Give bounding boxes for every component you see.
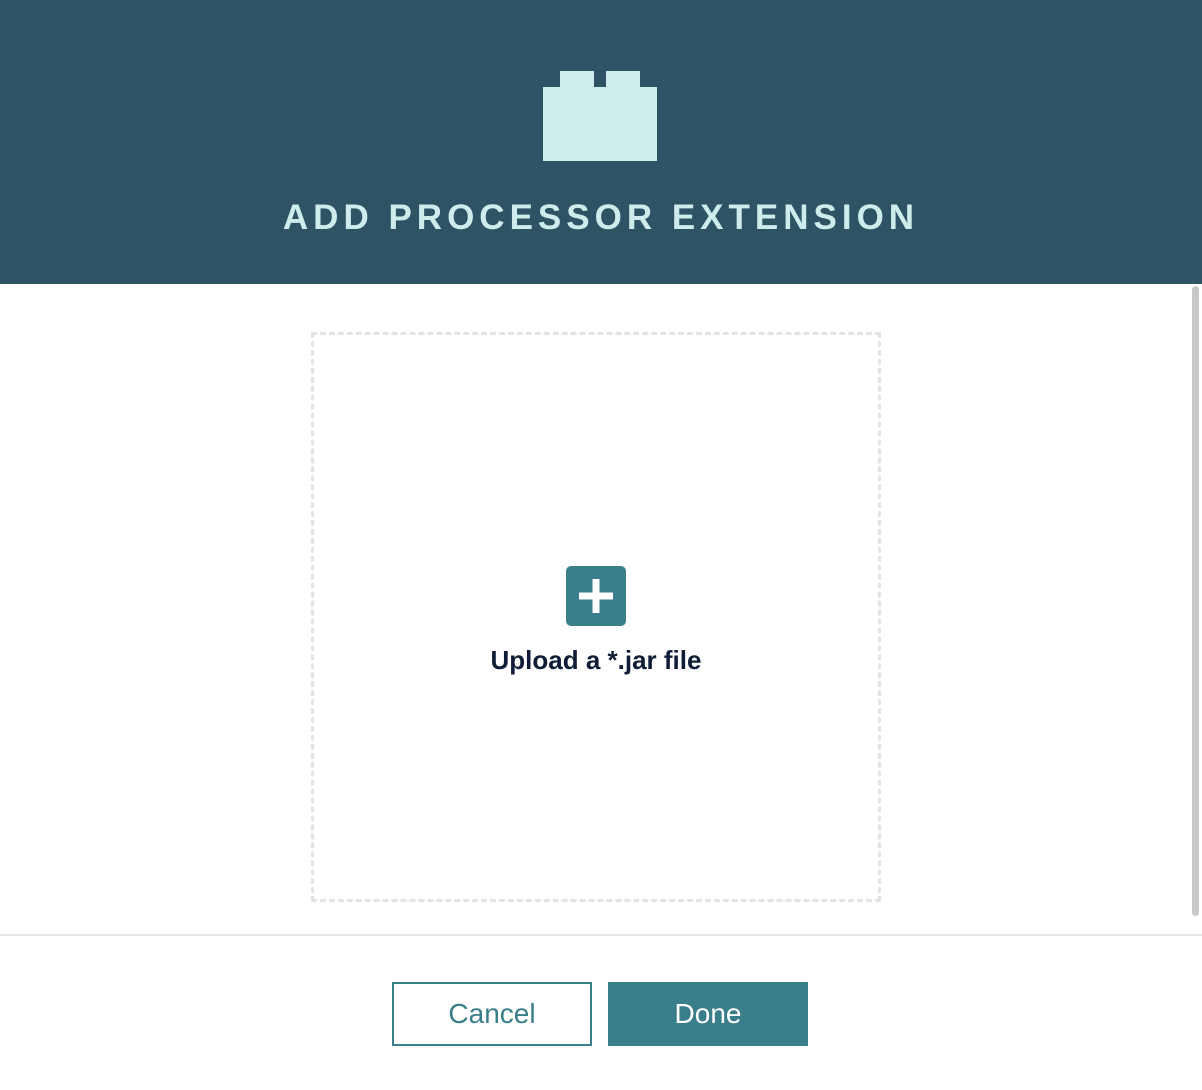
- footer-divider: [0, 934, 1202, 936]
- add-processor-extension-dialog: ADD PROCESSOR EXTENSION Upload a *.jar f…: [0, 0, 1202, 1090]
- brick-icon: [543, 71, 657, 161]
- dialog-title: ADD PROCESSOR EXTENSION: [282, 198, 920, 237]
- cancel-button[interactable]: Cancel: [392, 982, 592, 1046]
- done-button[interactable]: Done: [608, 982, 808, 1046]
- plus-icon[interactable]: [566, 566, 626, 626]
- scrollbar-thumb[interactable]: [1192, 286, 1199, 916]
- dialog-header: ADD PROCESSOR EXTENSION: [0, 0, 1202, 284]
- upload-label[interactable]: Upload a *.jar file: [311, 642, 881, 678]
